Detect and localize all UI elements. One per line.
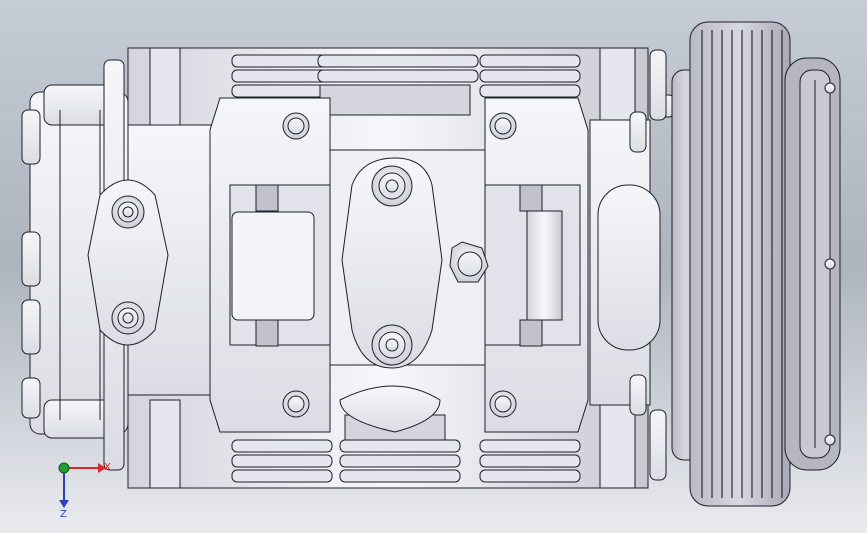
pulley (689, 21, 841, 507)
origin-icon (58, 462, 70, 474)
rear-mounting-ear (87, 179, 169, 346)
right-mounting-plate (484, 97, 589, 433)
left-mounting-plate (209, 97, 331, 433)
z-axis-label: Z (60, 509, 67, 520)
cad-viewport[interactable]: X Z (0, 0, 867, 533)
compressor-model[interactable] (21, 21, 841, 507)
front-oval-pad (597, 184, 661, 351)
x-axis-label: X (104, 462, 111, 473)
center-flange (329, 149, 489, 369)
